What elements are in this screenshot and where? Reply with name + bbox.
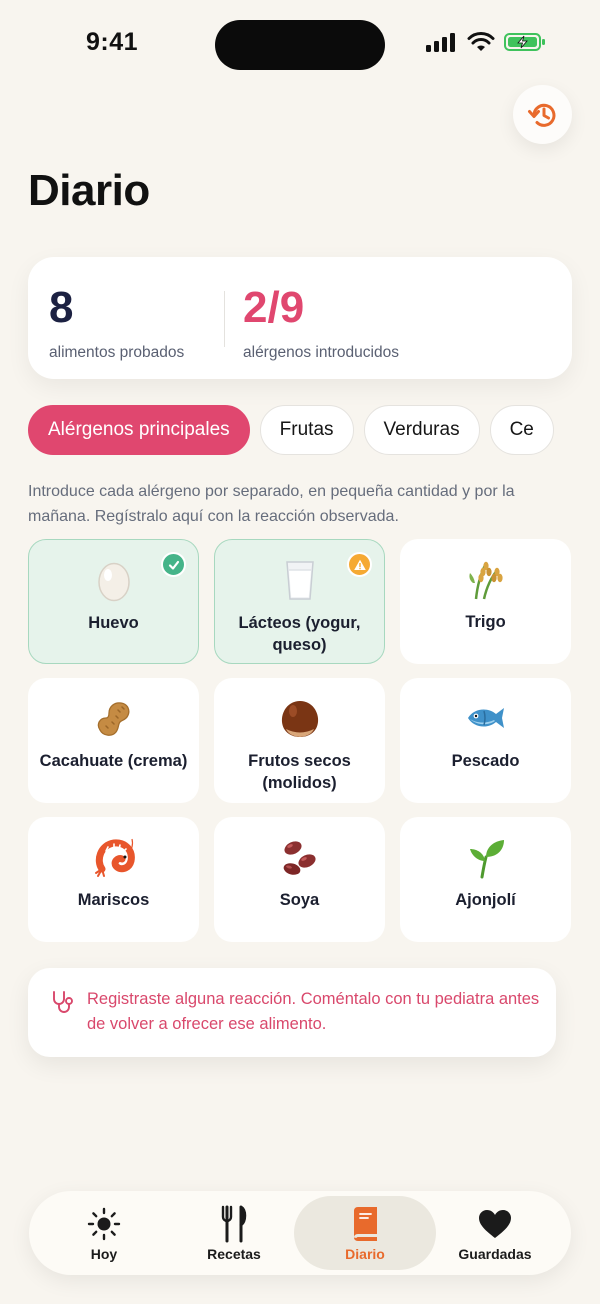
page-title: Diario — [28, 166, 150, 215]
beans-icon — [278, 835, 322, 879]
wheat-icon — [464, 557, 508, 601]
allergen-label: Trigo — [465, 613, 506, 631]
allergen-label: Pescado — [451, 752, 520, 770]
allergen-label: Ajonjolí — [455, 891, 516, 909]
allergen-tile-cacahuate[interactable]: Cacahuate (crema) — [28, 678, 199, 803]
stats-card: 8 alimentos probados 2/9 alérgenos intro… — [28, 257, 572, 379]
allergens-stat: 2/9 alérgenos introducidos — [243, 283, 399, 362]
book-icon — [354, 1206, 377, 1241]
check-icon — [161, 552, 186, 577]
shrimp-icon — [92, 835, 136, 879]
allergens-value: 2/9 — [243, 283, 305, 332]
intro-text: Introduce cada alérgeno por separado, en… — [28, 483, 515, 525]
chip-frutas[interactable]: Frutas — [259, 405, 354, 455]
history-icon — [527, 103, 555, 127]
allergen-label: Mariscos — [77, 891, 150, 909]
tab-label: Hoy — [90, 1245, 118, 1262]
warning-icon — [347, 552, 372, 577]
heart-icon — [479, 1209, 511, 1238]
allergen-tile-pescado[interactable]: Pescado — [400, 678, 571, 803]
chip-alergenos[interactable]: Alérgenos principales — [28, 405, 250, 455]
allergen-tile-lacteos[interactable]: Lácteos (yogur, queso) — [214, 539, 385, 664]
tab-recetas[interactable]: Recetas — [189, 1191, 279, 1275]
reaction-note-text: Registraste alguna reacción. Coméntalo c… — [87, 990, 540, 1033]
dynamic-island — [215, 20, 385, 70]
allergen-tile-ajonjoli[interactable]: Ajonjolí — [400, 817, 571, 942]
tab-label: Recetas — [207, 1245, 261, 1262]
wifi-icon — [467, 32, 495, 51]
category-chips: Alérgenos principales Frutas Verduras Ce — [28, 405, 572, 455]
status-time: 9:41 — [86, 28, 139, 56]
reaction-note: Registraste alguna reacción. Coméntalo c… — [28, 968, 556, 1057]
allergen-tile-frutos-secos[interactable]: Frutos secos (molidos) — [214, 678, 385, 803]
allergen-tile-trigo[interactable]: Trigo — [400, 539, 571, 664]
seedling-icon — [464, 835, 508, 879]
status-icons — [426, 32, 546, 52]
allergen-label: Soya — [279, 891, 320, 909]
tab-bar: Hoy Recetas Diario Guardadas — [29, 1191, 571, 1275]
fork-knife-icon — [221, 1205, 247, 1242]
battery-icon — [504, 33, 545, 51]
allergen-tile-mariscos[interactable]: Mariscos — [28, 817, 199, 942]
milk-icon — [278, 558, 322, 602]
tab-guardadas[interactable]: Guardadas — [447, 1191, 543, 1275]
allergen-label: Huevo — [88, 614, 139, 632]
chip-verduras[interactable]: Verduras — [363, 405, 480, 455]
egg-icon — [92, 558, 136, 602]
tab-hoy[interactable]: Hoy — [59, 1191, 149, 1275]
tab-label: Guardadas — [458, 1245, 532, 1262]
signal-icon — [426, 33, 455, 52]
foods-tried-value: 8 — [49, 283, 74, 332]
fish-icon — [464, 696, 508, 740]
allergen-label: Frutos secos (molidos) — [248, 752, 351, 792]
stats-divider — [224, 291, 225, 347]
tab-diario[interactable]: Diario — [294, 1196, 436, 1270]
status-bar: 9:41 — [0, 0, 600, 90]
foods-tried-stat: 8 alimentos probados — [49, 283, 184, 362]
allergen-label: Lácteos (yogur, queso) — [238, 614, 361, 654]
tab-label: Diario — [345, 1245, 385, 1262]
allergen-tile-soya[interactable]: Soya — [214, 817, 385, 942]
peanut-icon — [92, 696, 136, 740]
chestnut-icon — [278, 696, 322, 740]
allergen-grid: Huevo Lácteos (yogur, queso) Trigo Cacah… — [28, 539, 573, 942]
stethoscope-icon — [53, 991, 73, 1013]
allergens-label: alérgenos introducidos — [243, 344, 399, 361]
sun-icon — [87, 1207, 121, 1240]
chip-cereales[interactable]: Ce — [489, 405, 554, 455]
allergen-label: Cacahuate (crema) — [39, 752, 188, 770]
allergen-tile-huevo[interactable]: Huevo — [28, 539, 199, 664]
history-button[interactable] — [513, 85, 572, 144]
foods-tried-label: alimentos probados — [49, 344, 185, 361]
